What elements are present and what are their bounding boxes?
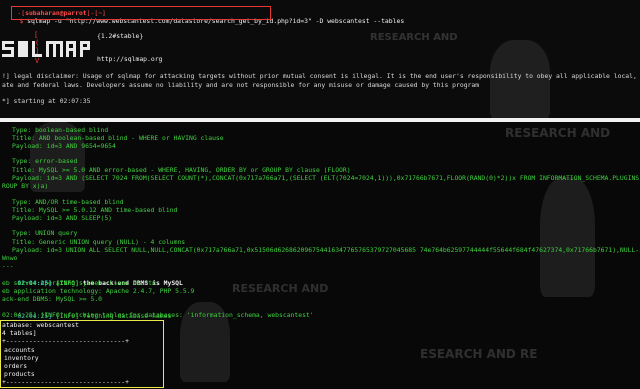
injection-type: Type: error-based [12,157,78,165]
background-watermark: ESEARCH AND RE [420,347,538,361]
injection-payload-cont: ROUP BY x)a) [2,182,49,190]
result-highlight-box [0,320,164,388]
injection-payload: Payload: id=3 AND 9654=9654 [12,142,116,150]
injection-payload: Payload: id=3 UNION ALL SELECT NULL,NULL… [12,246,640,254]
injection-payload: Payload: id=3 AND (SELECT 7024 FROM(SELE… [12,174,640,182]
background-watermark: RESEARCH AND [232,282,329,295]
injection-payload: Payload: id=3 AND SLEEP(5) [12,214,113,222]
legal-disclaimer-line-1: !] legal disclaimer: Usage of sqlmap for… [2,72,640,80]
starting-time: *] starting at 02:07:35 [2,97,91,105]
background-figure [540,177,595,297]
sqlmap-logo: [ ( ] V [2,31,92,65]
sqlmap-version: {1.2#stable} [97,32,144,40]
background-watermark: RESEARCH AND [505,126,611,140]
legal-disclaimer-line-2: ate and federal laws. Developers assume … [2,81,480,89]
injection-type: Type: UNION query [12,229,78,237]
terminal-window-top: RESEARCH AND -[subaharan@parrot]-[~] $ s… [0,0,640,118]
sqlmap-url[interactable]: http://sqlmap.org [97,55,162,64]
command-highlight-box [11,6,271,20]
log-fetch-tables: 02:04:25] [INFO] fetching tables for dat… [2,311,314,319]
